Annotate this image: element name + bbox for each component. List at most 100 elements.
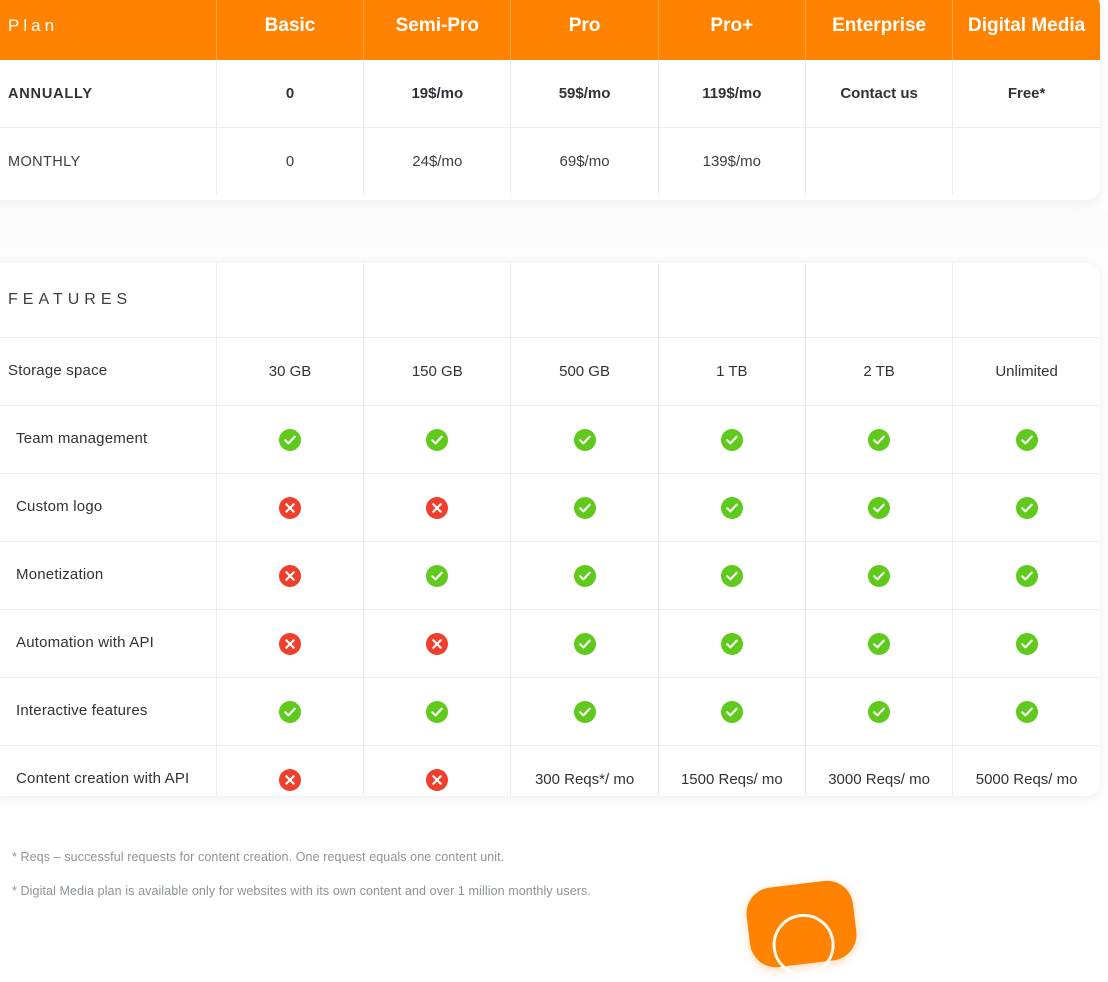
check-icon [1015, 428, 1038, 451]
feature-check-icon-enterprise [805, 541, 954, 610]
check-icon [426, 428, 449, 451]
price-monthly-pro-plus: 139$/mo [658, 127, 806, 195]
cross-icon [426, 632, 449, 655]
cross-icon [279, 632, 302, 655]
price-annually-enterprise[interactable]: Contact us [805, 60, 954, 128]
feature-value-pro: 300 Reqs*/ mo [510, 745, 659, 796]
check-icon [279, 700, 302, 723]
pricing-comparison-page: Plan Basic Semi-Pro Pro Pro+ Enterprise … [0, 0, 1108, 980]
price-monthly-enterprise [805, 127, 954, 195]
plan-header-basic[interactable]: Basic [216, 0, 365, 60]
feature-check-icon-pro [510, 609, 659, 678]
feature-cross-icon-basic [216, 609, 365, 678]
feature-value-pro: 1500 Reqs/ mo [658, 745, 806, 796]
feature-row-automation-with-api: Automation with API [0, 609, 1100, 678]
footnote-reqs: * Reqs – successful requests for content… [12, 850, 505, 864]
features-header-spacer-4 [658, 263, 806, 338]
cross-icon [426, 768, 449, 791]
features-header-spacer-1 [216, 263, 365, 338]
feature-label-team-management: Team management [0, 405, 217, 474]
feature-label-custom-logo: Custom logo [0, 473, 217, 542]
features-header-row: FEATURES [0, 263, 1100, 338]
chat-support-icon[interactable] [743, 877, 860, 980]
check-icon [1015, 496, 1038, 519]
check-icon [1015, 632, 1038, 655]
feature-cross-icon-basic [216, 473, 365, 542]
check-icon [720, 564, 743, 587]
feature-check-icon-pro [510, 405, 659, 474]
feature-value-pro: 1 TB [658, 337, 806, 406]
feature-label-interactive-features: Interactive features [0, 677, 217, 746]
feature-check-icon-pro [510, 541, 659, 610]
pricing-row-annually: ANNUALLY 0 19$/mo 59$/mo 119$/mo Contact… [0, 60, 1100, 128]
feature-check-icon-semi-pro [363, 677, 512, 746]
feature-cross-icon-semi-pro [363, 609, 512, 678]
plan-header-enterprise[interactable]: Enterprise [805, 0, 954, 60]
check-icon [868, 564, 891, 587]
plan-header-digital-media[interactable]: Digital Media [952, 0, 1100, 60]
price-monthly-semi-pro: 24$/mo [363, 127, 512, 195]
feature-check-icon-basic [216, 677, 365, 746]
check-icon [868, 632, 891, 655]
feature-cross-icon-basic [216, 745, 365, 796]
footnotes: * Reqs – successful requests for content… [12, 850, 1012, 918]
check-icon [868, 496, 891, 519]
features-header-spacer-3 [510, 263, 659, 338]
plan-header-semi-pro[interactable]: Semi-Pro [363, 0, 512, 60]
check-icon [720, 700, 743, 723]
plan-column-header: Plan [0, 0, 217, 60]
feature-value-enterprise: 3000 Reqs/ mo [805, 745, 954, 796]
footnote-digital-media: * Digital Media plan is available only f… [12, 884, 591, 898]
pricing-table-card: Plan Basic Semi-Pro Pro Pro+ Enterprise … [0, 0, 1100, 200]
pricing-row-label-annually: ANNUALLY [0, 60, 217, 128]
features-table-card: FEATURES Storage space 30 GB 150 GB 500 GB 1… [0, 263, 1100, 796]
feature-value-semi-pro: 150 GB [363, 337, 512, 406]
feature-check-icon-enterprise [805, 609, 954, 678]
pricing-row-label-monthly: MONTHLY [0, 127, 217, 195]
feature-row-monetization: Monetization [0, 541, 1100, 610]
feature-check-icon-enterprise [805, 677, 954, 746]
price-annually-pro-plus: 119$/mo [658, 60, 806, 128]
feature-value-pro: 500 GB [510, 337, 659, 406]
check-icon [868, 700, 891, 723]
features-header-spacer-6 [952, 263, 1100, 338]
price-annually-semi-pro: 19$/mo [363, 60, 512, 128]
feature-check-icon-enterprise [805, 405, 954, 474]
feature-value-digital-media: 5000 Reqs/ mo [975, 770, 1078, 788]
feature-check-icon-digital-media [952, 609, 1100, 678]
check-icon [1015, 564, 1038, 587]
feature-value-enterprise: 2 TB [805, 337, 954, 406]
feature-check-icon-digital-media [952, 541, 1100, 610]
feature-row-content-creation-with-api: Content creation with API 300 Reqs*/ mo 15… [0, 745, 1100, 796]
plan-header-pro[interactable]: Pro [510, 0, 659, 60]
feature-row-custom-logo: Custom logo [0, 473, 1100, 542]
feature-check-icon-semi-pro [363, 405, 512, 474]
feature-check-icon-semi-pro [363, 541, 512, 610]
price-monthly-pro: 69$/mo [510, 127, 659, 195]
features-section-title: FEATURES [0, 263, 217, 338]
check-icon [720, 632, 743, 655]
plan-header-pro-plus[interactable]: Pro+ [658, 0, 806, 60]
check-icon [573, 564, 596, 587]
check-icon [573, 632, 596, 655]
check-icon [868, 428, 891, 451]
feature-check-icon-pro [658, 405, 806, 474]
feature-check-icon-basic [216, 405, 365, 474]
features-table-body: Storage space 30 GB 150 GB 500 GB 1 TB 2 TB Un… [0, 337, 1100, 796]
feature-cross-icon-semi-pro [363, 745, 512, 796]
check-icon [720, 496, 743, 519]
check-icon [573, 496, 596, 519]
price-monthly-digital-media [953, 128, 1100, 196]
cross-icon [279, 564, 302, 587]
feature-cross-icon-basic [216, 541, 365, 610]
feature-label-content-creation-with-api: Content creation with API [0, 745, 217, 796]
check-icon [720, 428, 743, 451]
cross-icon [279, 768, 302, 791]
cross-icon [279, 496, 302, 519]
check-icon [279, 428, 302, 451]
check-icon [573, 428, 596, 451]
feature-check-icon-pro [510, 473, 659, 542]
feature-check-icon-pro [658, 541, 806, 610]
price-annually-basic: 0 [216, 60, 365, 128]
price-monthly-basic: 0 [216, 127, 365, 195]
